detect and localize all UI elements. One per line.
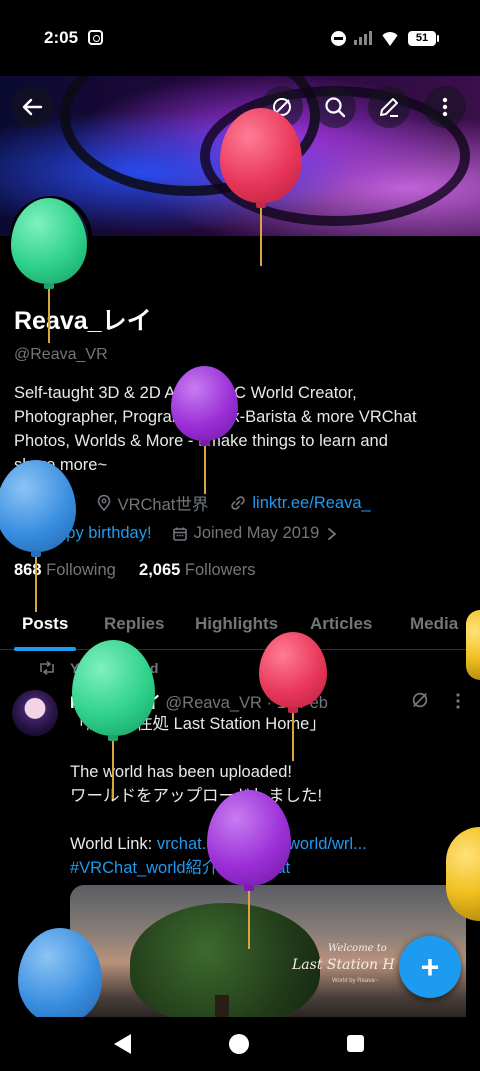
post-header: Reava_レイ @Reava_VR · 14 Feb [70, 689, 328, 713]
avatar [14, 200, 88, 274]
instagram-icon [88, 30, 103, 45]
plus-icon: + [420, 949, 440, 985]
birthday-label[interactable]: Happy birthday! [36, 524, 152, 543]
profile-category: Artist [36, 493, 74, 512]
post-more-icon[interactable] [450, 692, 466, 710]
post-line: ワールドをアップロードしました! [70, 787, 323, 805]
profile-tabs: Posts Replies Highlights Articles Media [0, 604, 480, 651]
profile-bio: Self-taught 3D & 2D Artist, VRC World Cr… [14, 384, 417, 474]
profile-location: VRChat世界 [117, 496, 209, 514]
grok-icon [273, 98, 291, 116]
grok-button[interactable] [261, 86, 303, 128]
back-button[interactable] [11, 86, 53, 128]
search-icon [325, 97, 346, 118]
profile-meta-row: Artist VRChat世界 linktr.ee/Reava_ [14, 491, 371, 515]
post-line-link: World Link: vrchat.com/home/world/wrl... [70, 832, 450, 856]
tab-posts[interactable]: Posts [22, 614, 68, 634]
profile-avatar[interactable] [10, 196, 92, 278]
post-author-name[interactable]: Reava_レイ [70, 694, 161, 712]
follow-stats: 868 Following 2,065 Followers [14, 561, 256, 580]
do-not-disturb-icon [331, 30, 346, 46]
repost-indicator: You reposted [38, 660, 158, 676]
image-credit: World by Reava~ [332, 978, 379, 984]
tab-replies[interactable]: Replies [104, 614, 164, 634]
nav-recents-icon[interactable] [347, 1035, 364, 1052]
repost-label: You reposted [70, 660, 159, 676]
followers-label: Followers [184, 561, 256, 579]
post-line [70, 736, 450, 760]
post-line [70, 808, 450, 832]
following-link[interactable]: 868 Following [14, 561, 116, 579]
wifi-icon [380, 30, 400, 46]
balloon-knot [44, 283, 54, 289]
edit-button[interactable] [368, 86, 410, 128]
nav-home-icon[interactable] [229, 1034, 249, 1054]
post-author-avatar[interactable] [12, 690, 58, 736]
battery-icon: 51 [408, 30, 439, 46]
active-tab-indicator [14, 647, 76, 651]
location-icon [97, 495, 110, 511]
image-title-main: Last Station H [292, 957, 395, 973]
post-hashtags[interactable]: #VRChat_world紹介 #VRChat [70, 856, 450, 880]
more-vertical-icon [442, 97, 448, 117]
post-line: 「終点の住処 Last Station Home」 [70, 715, 326, 733]
search-button[interactable] [314, 86, 356, 128]
system-nav-bar [0, 1017, 480, 1071]
signal-icon [354, 31, 372, 45]
post-body: 「終点の住処 Last Station Home」 The world has … [70, 712, 450, 880]
tab-articles[interactable]: Articles [310, 614, 372, 634]
followers-link[interactable]: 2,065 Followers [139, 561, 256, 579]
repost-icon [40, 661, 54, 675]
following-count: 868 [14, 561, 42, 579]
status-icons: 51 [331, 29, 439, 47]
balloon-knot [31, 551, 41, 557]
grok-icon[interactable] [410, 690, 430, 710]
edit-icon [380, 98, 398, 117]
more-button[interactable] [424, 86, 466, 128]
chevron-right-icon[interactable] [325, 526, 339, 542]
briefcase-icon [14, 497, 30, 510]
joined-date: Joined May 2019 [193, 524, 320, 542]
post-author-meta: @Reava_VR · 14 Feb [165, 694, 328, 712]
nav-back-icon[interactable] [114, 1034, 131, 1054]
status-time: 2:05 [44, 28, 79, 47]
calendar-icon [172, 527, 187, 541]
post-line: The world has been uploaded! [70, 763, 292, 781]
profile-name: Reava_レイ [14, 307, 152, 335]
image-title-small: Welcome to [328, 943, 387, 954]
world-link-label: World Link: [70, 835, 157, 853]
status-bar: 2:05 51 [0, 0, 480, 76]
tab-media[interactable]: Media [410, 614, 458, 634]
tab-highlights[interactable]: Highlights [195, 614, 278, 634]
profile-website-link[interactable]: linktr.ee/Reava_ [252, 494, 370, 513]
world-link[interactable]: vrchat.com/home/world/wrl... [157, 835, 367, 853]
following-label: Following [46, 561, 116, 579]
link-icon [231, 496, 246, 510]
followers-count: 2,065 [139, 561, 181, 579]
compose-button[interactable]: + [399, 936, 461, 998]
balloon-icon [16, 525, 28, 541]
profile-handle: @Reava_VR [14, 346, 108, 363]
profile-meta-row-2: Happy birthday! Joined May 2019 [14, 524, 339, 543]
back-arrow-icon [22, 98, 43, 116]
